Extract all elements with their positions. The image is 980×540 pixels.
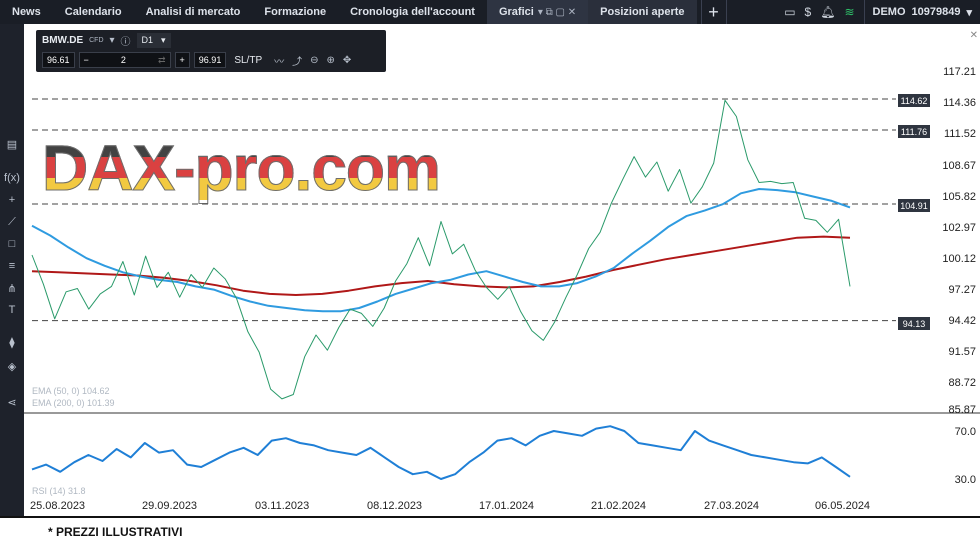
- chevron-down-icon: ▾: [161, 34, 166, 45]
- price-axis-label: 94.42: [948, 315, 976, 327]
- date-label: 29.09.2023: [142, 500, 198, 512]
- chevron-down-icon: ▾: [966, 6, 972, 19]
- symbol-name[interactable]: BMW.DE: [42, 35, 83, 46]
- price-axis-label: 85.87: [948, 404, 976, 416]
- fib-icon[interactable]: ≡: [0, 258, 24, 274]
- tab-charts-label: Grafici: [498, 6, 534, 18]
- rectangle-icon[interactable]: □: [0, 236, 24, 252]
- layers-icon[interactable]: ◈: [0, 358, 24, 374]
- tab-market-analysis[interactable]: Analisi di mercato: [134, 0, 253, 24]
- crosshair-icon[interactable]: +: [0, 192, 24, 208]
- line-chart-icon[interactable]: 〰: [274, 53, 284, 68]
- price-axis-label: 91.57: [948, 346, 976, 358]
- share-icon[interactable]: ⋖: [0, 394, 24, 410]
- dollar-icon[interactable]: $: [805, 5, 812, 19]
- chevron-down-icon[interactable]: ▾: [110, 35, 115, 46]
- price-axis-label: 100.12: [942, 253, 976, 265]
- account-type: DEMO: [872, 6, 906, 18]
- tab-education[interactable]: Formazione: [252, 0, 338, 24]
- date-label: 03.11.2023: [255, 500, 310, 512]
- footer: * PREZZI ILLUSTRATIVI: [0, 516, 980, 540]
- text-icon[interactable]: T: [0, 302, 24, 318]
- chart-canvas[interactable]: [24, 24, 980, 516]
- tab-window-controls-icon[interactable]: ▾ ⧉ ▢ ✕: [538, 7, 576, 18]
- bell-icon[interactable]: 🔔︎: [820, 5, 835, 19]
- tab-calendar[interactable]: Calendario: [53, 0, 134, 24]
- trade-widget: BMW.DE CFD ▾ ⓘ D1 ▾ 96.61 − 2 ⇄ + 96.91 S…: [36, 30, 386, 72]
- rsi-line: [31, 425, 851, 480]
- pitchfork-icon[interactable]: ⋔: [0, 280, 24, 296]
- level-tag[interactable]: 104.91: [898, 199, 930, 212]
- ema200-line: [31, 235, 851, 296]
- price-axis-label: 102.97: [942, 222, 976, 234]
- ask-price-button[interactable]: 96.91: [193, 52, 227, 68]
- trading-app: News Calendario Analisi di mercato Forma…: [0, 0, 980, 540]
- increase-quantity-button[interactable]: +: [174, 52, 190, 68]
- chart-panel[interactable]: DAX-pro.com BMW.DE CFD ▾ ⓘ D1 ▾ 96.61 − 2…: [24, 24, 980, 516]
- rsi-legend[interactable]: RSI (14) 31.8: [32, 486, 86, 496]
- date-label: 25.08.2023: [30, 500, 86, 512]
- tab-account-history[interactable]: Cronologia dell'account: [338, 0, 487, 24]
- top-navigation: News Calendario Analisi di mercato Forma…: [0, 0, 980, 24]
- tab-open-positions[interactable]: Posizioni aperte: [588, 0, 697, 24]
- date-label: 08.12.2023: [367, 500, 423, 512]
- sltp-button[interactable]: SL/TP: [234, 55, 262, 66]
- cfd-label: CFD: [89, 36, 104, 44]
- disclaimer-text: * PREZZI ILLUSTRATIVI: [48, 525, 183, 539]
- monitor-icon[interactable]: ▭: [784, 5, 795, 19]
- tab-charts[interactable]: Grafici ▾ ⧉ ▢ ✕: [486, 0, 589, 24]
- date-label: 27.03.2024: [704, 500, 760, 512]
- watermark-logo: DAX-pro.com: [42, 132, 442, 204]
- swap-icon: ⇄: [157, 54, 166, 65]
- indicators-icon[interactable]: ⧫: [0, 334, 24, 350]
- price-axis-label: 111.52: [943, 128, 976, 140]
- decrease-quantity-button[interactable]: −: [84, 55, 89, 65]
- timeframe-select[interactable]: D1 ▾: [136, 32, 171, 48]
- trend-icon[interactable]: ⤴: [292, 53, 302, 68]
- price-axis-label: 97.27: [948, 284, 976, 296]
- layout-icon[interactable]: ▤: [0, 136, 24, 152]
- price-axis-label: 88.72: [948, 377, 976, 389]
- price-axis-label: 114.36: [943, 97, 976, 109]
- line-icon[interactable]: ⟋: [0, 214, 24, 230]
- price-axis-label: 108.67: [942, 160, 976, 172]
- fx-icon[interactable]: f(x): [0, 170, 24, 186]
- zoom-in-icon[interactable]: ⊕: [327, 55, 335, 66]
- add-tab-button[interactable]: +: [700, 0, 727, 24]
- rsi-axis-label: 70.0: [954, 426, 976, 438]
- ema200-legend[interactable]: EMA (200, 0) 101.39: [32, 398, 115, 408]
- date-label: 21.02.2024: [591, 500, 647, 512]
- price-axis-label: 105.82: [942, 191, 976, 203]
- close-icon[interactable]: ✕: [970, 30, 978, 41]
- quantity-value[interactable]: 2: [121, 55, 126, 65]
- move-icon[interactable]: ✥: [343, 55, 351, 66]
- wifi-icon: ≋: [844, 5, 855, 19]
- account-number: 10979849: [911, 6, 961, 18]
- price-axis-label: 117.21: [943, 66, 976, 78]
- level-tag[interactable]: 114.62: [898, 94, 930, 107]
- rsi-axis-label: 30.0: [954, 474, 976, 486]
- top-right-controls: ▭ $ 🔔︎ ≋ DEMO 10979849 ▾: [784, 0, 980, 24]
- drawing-toolbar: ▤ f(x) + ⟋ □ ≡ ⋔ T ⧫ ◈ ⋖: [0, 24, 24, 516]
- info-icon[interactable]: ⓘ: [121, 33, 131, 48]
- tab-news[interactable]: News: [0, 0, 53, 24]
- timeframe-value: D1: [141, 35, 154, 45]
- bid-price-button[interactable]: 96.61: [42, 52, 75, 68]
- zoom-out-icon[interactable]: ⊖: [310, 55, 318, 66]
- level-tag[interactable]: 111.76: [898, 125, 930, 138]
- date-label: 17.01.2024: [479, 500, 535, 512]
- account-selector[interactable]: DEMO 10979849 ▾: [863, 0, 972, 24]
- quantity-stepper[interactable]: − 2 ⇄: [78, 52, 171, 68]
- level-tag[interactable]: 94.13: [898, 317, 930, 330]
- date-label: 06.05.2024: [815, 500, 871, 512]
- ema50-legend[interactable]: EMA (50, 0) 104.62: [32, 386, 110, 396]
